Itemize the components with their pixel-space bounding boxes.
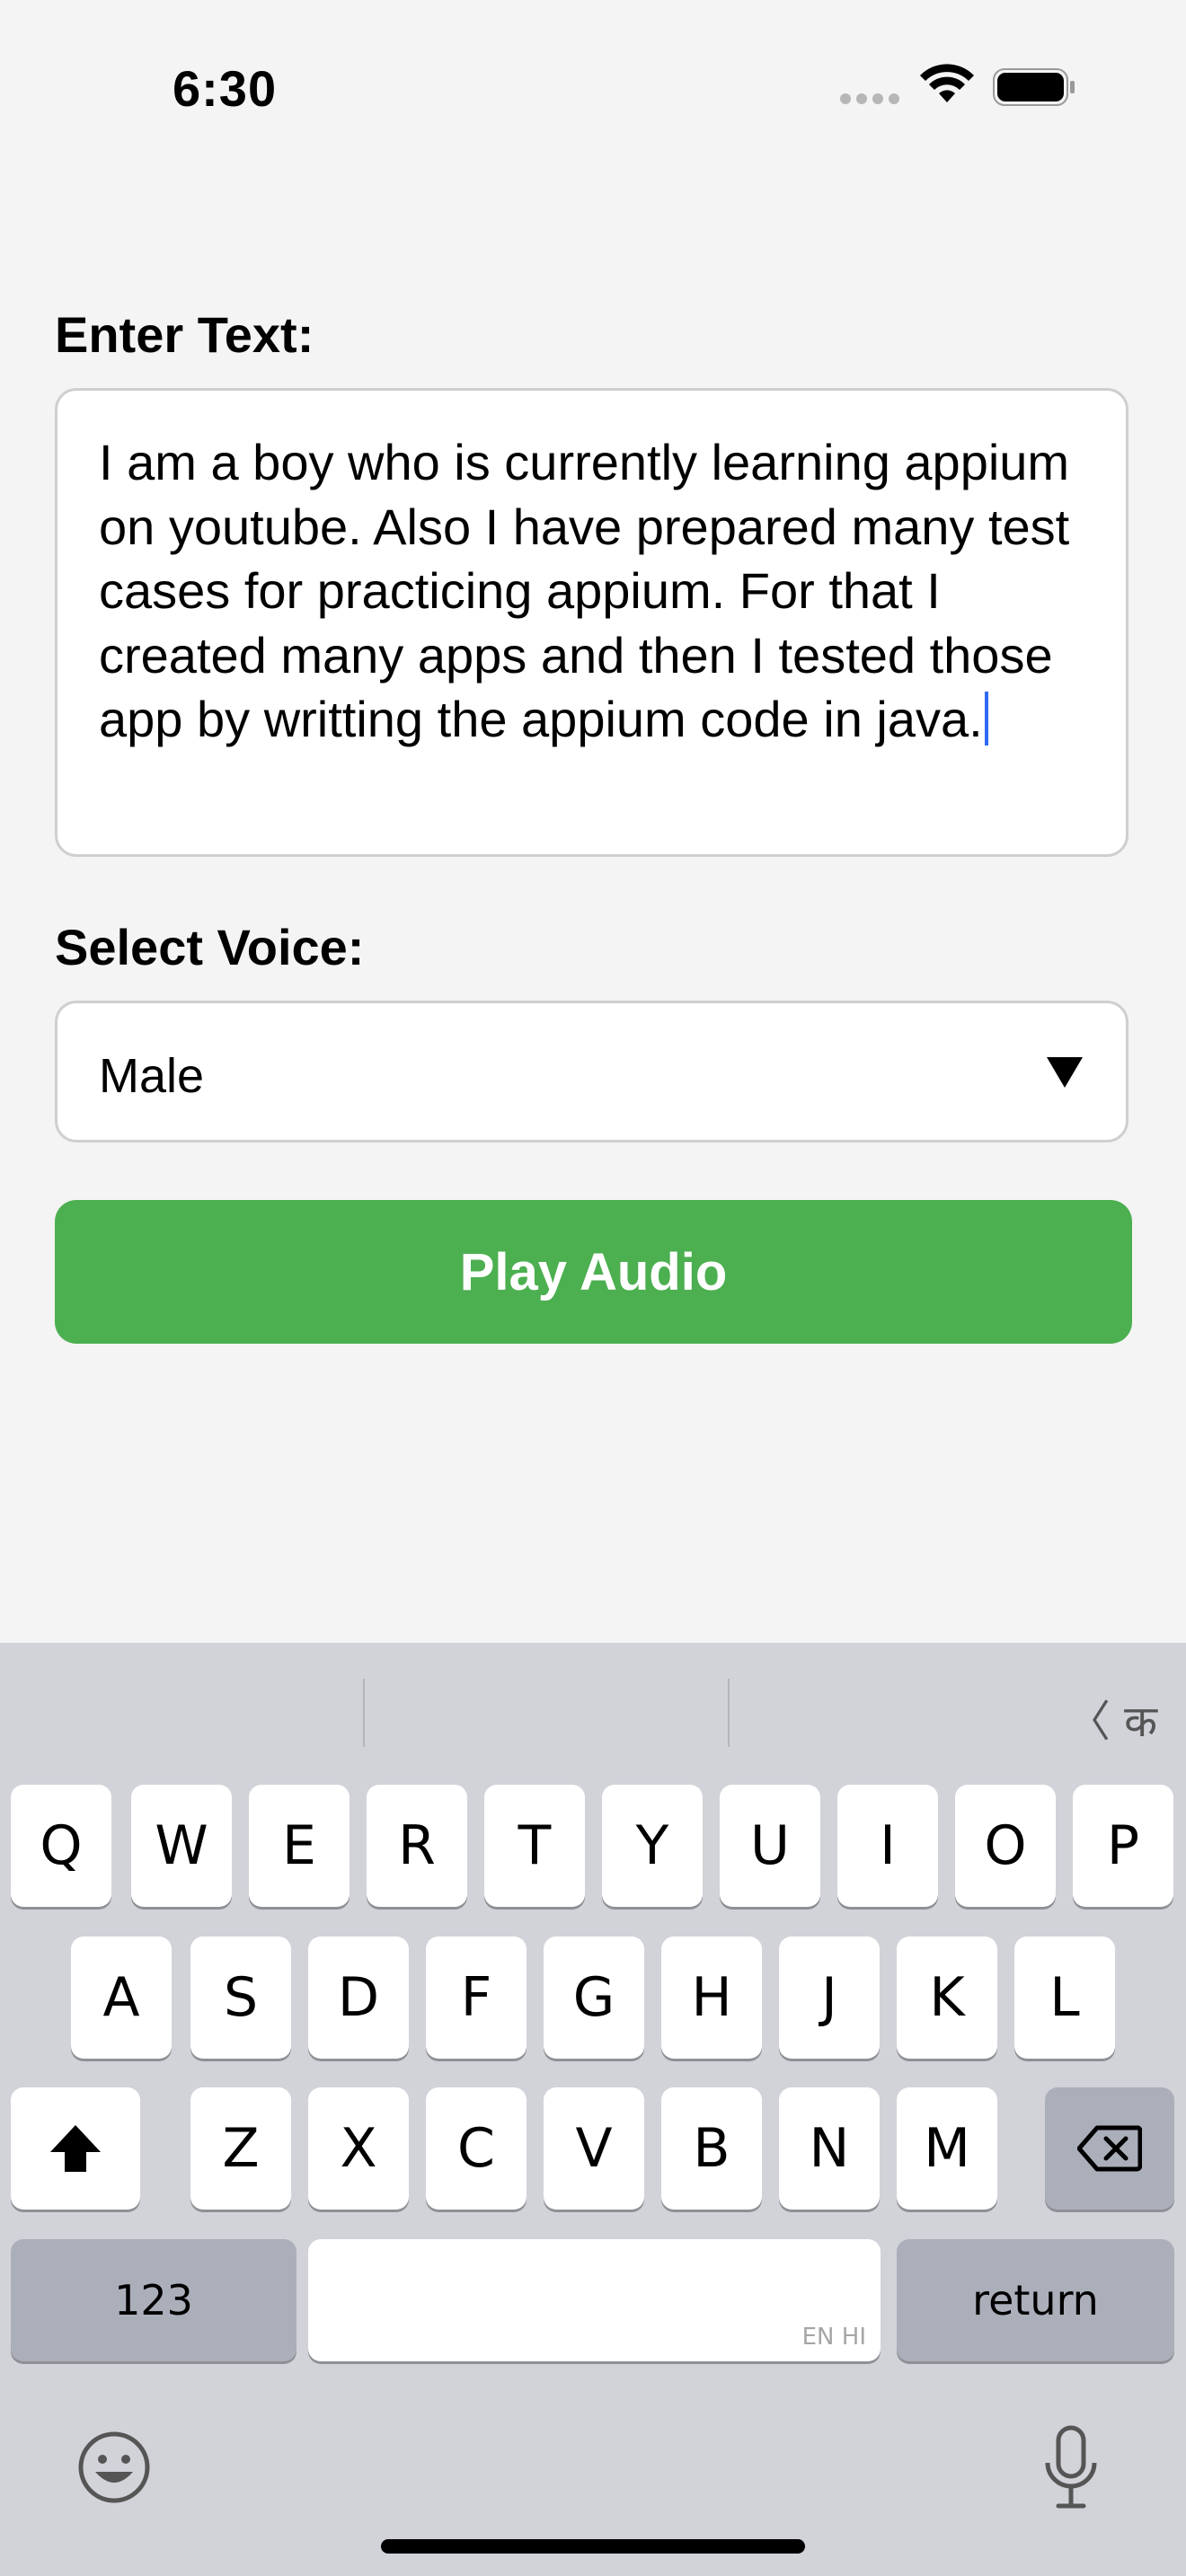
- key-c[interactable]: C: [426, 2087, 527, 2210]
- key-s[interactable]: S: [190, 1936, 291, 2059]
- text-input-value: I am a boy who is currently learning app…: [99, 434, 1070, 747]
- play-audio-button[interactable]: Play Audio: [55, 1200, 1132, 1344]
- key-x[interactable]: X: [308, 2087, 409, 2210]
- emoji-icon[interactable]: [77, 2430, 151, 2504]
- key-i[interactable]: I: [837, 1785, 938, 1907]
- key-l[interactable]: L: [1014, 1936, 1115, 2059]
- key-k[interactable]: K: [897, 1936, 997, 2059]
- key-h[interactable]: H: [661, 1936, 762, 2059]
- space-language-hint: EN HI: [801, 2324, 866, 2351]
- key-n[interactable]: N: [779, 2087, 880, 2210]
- language-switch[interactable]: 〈 क: [1067, 1686, 1157, 1750]
- key-u[interactable]: U: [720, 1785, 820, 1907]
- text-input-area[interactable]: I am a boy who is currently learning app…: [55, 388, 1128, 857]
- voice-select[interactable]: Male: [55, 1001, 1128, 1142]
- voice-select-value: Male: [99, 1049, 205, 1103]
- shift-icon: [50, 2125, 101, 2172]
- signal-dots-icon: [840, 93, 899, 104]
- delete-key[interactable]: [1045, 2087, 1174, 2210]
- suggestion-divider: [363, 1679, 365, 1747]
- suggestion-divider: [728, 1679, 730, 1747]
- key-v[interactable]: V: [544, 2087, 644, 2210]
- key-p[interactable]: P: [1073, 1785, 1173, 1907]
- return-key[interactable]: return: [897, 2239, 1174, 2361]
- key-o[interactable]: O: [955, 1785, 1056, 1907]
- key-z[interactable]: Z: [190, 2087, 291, 2210]
- select-voice-label: Select Voice:: [55, 919, 365, 975]
- key-a[interactable]: A: [71, 1936, 172, 2059]
- play-audio-button-label: Play Audio: [459, 1242, 728, 1301]
- wifi-icon: [920, 64, 974, 102]
- space-key[interactable]: EN HI: [308, 2239, 881, 2361]
- text-caret: [984, 692, 988, 745]
- suggestion-bar: 〈 क: [0, 1643, 1186, 1778]
- status-bar: 6:30: [0, 0, 1186, 180]
- key-y[interactable]: Y: [602, 1785, 703, 1907]
- status-time: 6:30: [173, 60, 278, 117]
- home-indicator[interactable]: [381, 2539, 805, 2554]
- key-e[interactable]: E: [249, 1785, 350, 1907]
- key-r[interactable]: R: [367, 1785, 467, 1907]
- key-f[interactable]: F: [426, 1936, 527, 2059]
- key-m[interactable]: M: [897, 2087, 997, 2210]
- delete-icon: [1077, 2125, 1142, 2172]
- key-b[interactable]: B: [661, 2087, 762, 2210]
- key-j[interactable]: J: [779, 1936, 880, 2059]
- battery-icon: [993, 68, 1075, 106]
- key-d[interactable]: D: [308, 1936, 409, 2059]
- key-w[interactable]: W: [131, 1785, 232, 1907]
- shift-key[interactable]: [11, 2087, 140, 2210]
- dropdown-arrow-icon: [1047, 1057, 1083, 1088]
- key-q[interactable]: Q: [11, 1785, 111, 1907]
- key-g[interactable]: G: [544, 1936, 644, 2059]
- enter-text-label: Enter Text:: [55, 306, 314, 363]
- microphone-icon[interactable]: [1042, 2425, 1100, 2510]
- numbers-key[interactable]: 123: [11, 2239, 296, 2361]
- key-t[interactable]: T: [484, 1785, 585, 1907]
